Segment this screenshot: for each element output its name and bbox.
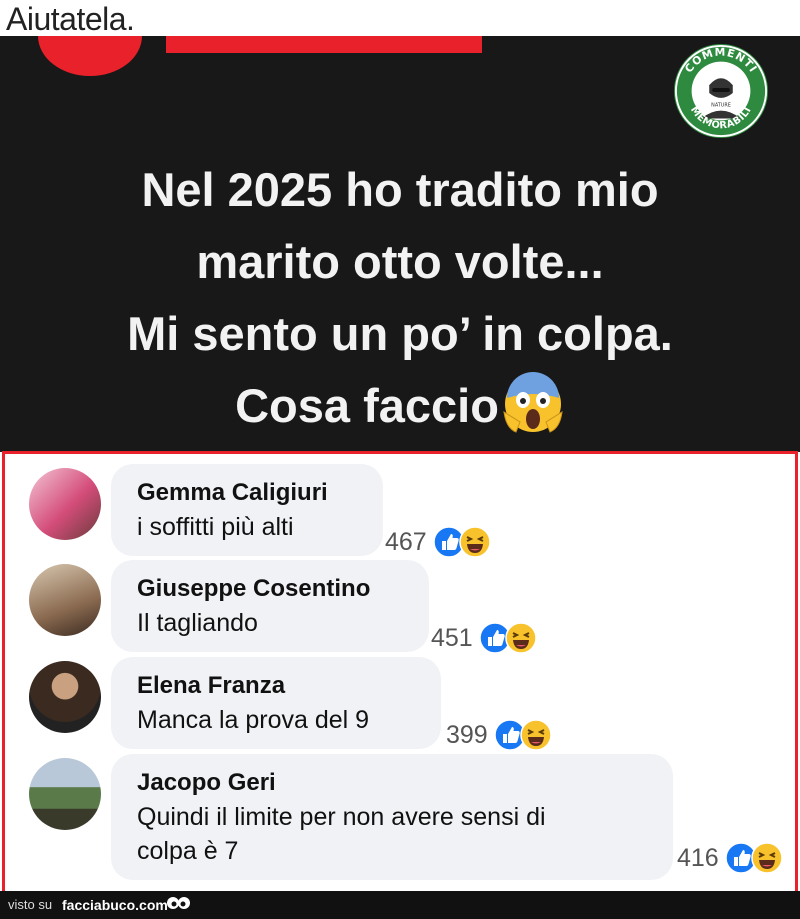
avatar[interactable] — [29, 661, 101, 733]
footer-bar: visto su facciabuco.com — [0, 891, 800, 919]
reactions[interactable]: 467 — [385, 526, 491, 558]
comment-text-line-1: Quindi il limite per non avere sensi di — [137, 803, 546, 831]
reaction-count: 467 — [385, 527, 427, 556]
comment-bubble: Jacopo Geri Quindi il limite per non ave… — [111, 754, 673, 880]
avatar[interactable] — [29, 468, 101, 540]
post-line-4: Cosa faccio — [0, 370, 800, 442]
reactions[interactable]: 399 — [446, 719, 552, 751]
logo-text-small: NATURE — [711, 103, 731, 109]
haha-icon — [458, 526, 491, 558]
facciabuco-eyes-icon — [167, 897, 190, 909]
avatar[interactable] — [29, 564, 101, 636]
post-line-2: marito otto volte... — [196, 235, 604, 288]
commenti-memorabili-logo: COMMENTI MEMORABILI NATURE — [673, 43, 769, 139]
reactions[interactable]: 451 — [431, 622, 537, 654]
comment-text: Manca la prova del 9 — [137, 706, 370, 734]
comment-author[interactable]: Gemma Caligiuri — [137, 476, 357, 510]
post-image: COMMENTI MEMORABILI NATURE Nel 2025 ho t… — [0, 36, 800, 452]
comment-bubble: Gemma Caligiuri i soffitti più alti — [111, 464, 383, 556]
post-line-4-text: Cosa faccio — [235, 379, 499, 432]
page-caption: Aiutatela. — [6, 1, 135, 37]
comment-text-line-2: colpa è 7 — [137, 837, 239, 865]
post-line-3: Mi sento un po’ in colpa. — [127, 307, 673, 360]
reaction-count: 451 — [431, 623, 473, 652]
comment-text: Il tagliando — [137, 609, 258, 637]
reactions[interactable]: 416 — [677, 842, 783, 874]
comment-bubble: Elena Franza Manca la prova del 9 — [111, 657, 441, 749]
post-text: Nel 2025 ho tradito mio marito otto volt… — [0, 154, 800, 442]
decorative-red-bar — [166, 36, 482, 53]
haha-icon — [504, 622, 537, 654]
footer-site-link[interactable]: facciabuco.com — [62, 891, 168, 919]
avatar[interactable] — [29, 758, 101, 830]
comment-author[interactable]: Giuseppe Cosentino — [137, 572, 403, 606]
reaction-count: 399 — [446, 720, 488, 749]
post-line-1: Nel 2025 ho tradito mio — [141, 163, 659, 216]
reaction-count: 416 — [677, 843, 719, 872]
footer-prefix: visto su — [8, 897, 53, 912]
comment-text: i soffitti più alti — [137, 513, 294, 541]
comment-author[interactable]: Elena Franza — [137, 669, 415, 703]
haha-icon — [519, 719, 552, 751]
screaming-face-icon — [503, 372, 563, 433]
comment-author[interactable]: Jacopo Geri — [137, 766, 647, 800]
decorative-red-circle — [38, 36, 142, 76]
comments-section: Gemma Caligiuri i soffitti più alti 467 … — [2, 451, 798, 894]
comment-bubble: Giuseppe Cosentino Il tagliando — [111, 560, 429, 652]
haha-icon — [750, 842, 783, 874]
